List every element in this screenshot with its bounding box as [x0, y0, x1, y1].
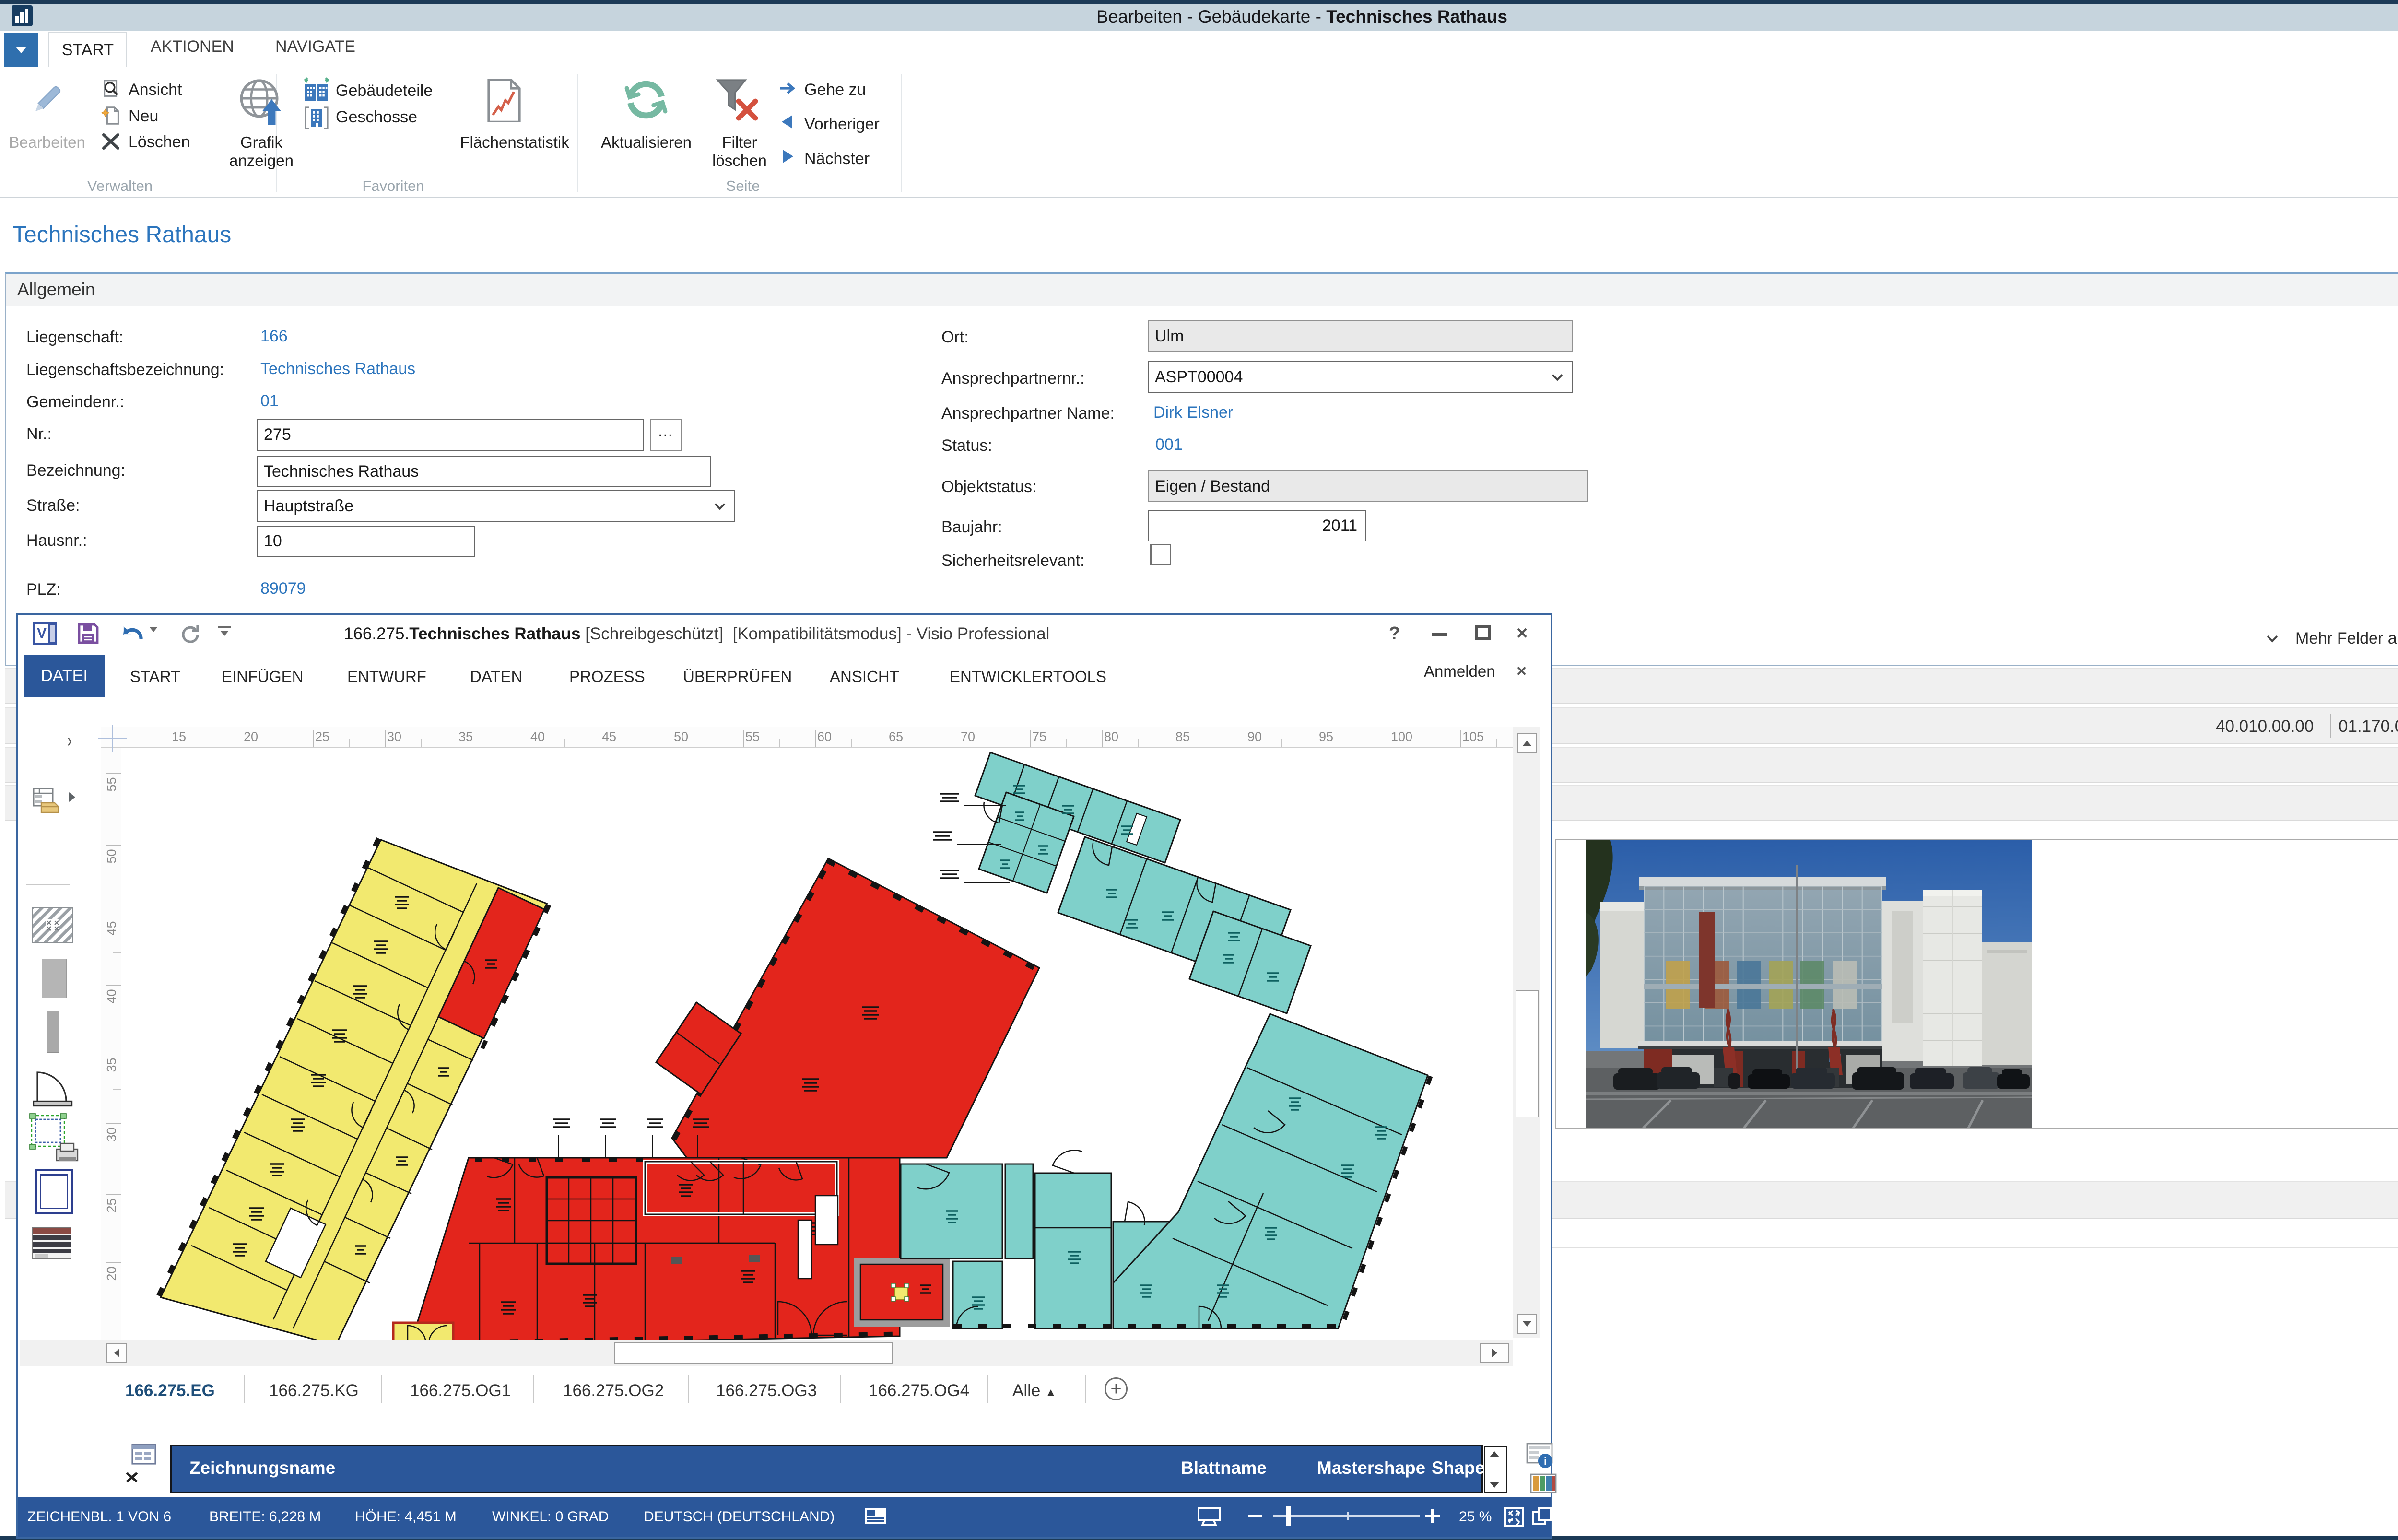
svg-text:i: i	[1544, 1455, 1547, 1467]
